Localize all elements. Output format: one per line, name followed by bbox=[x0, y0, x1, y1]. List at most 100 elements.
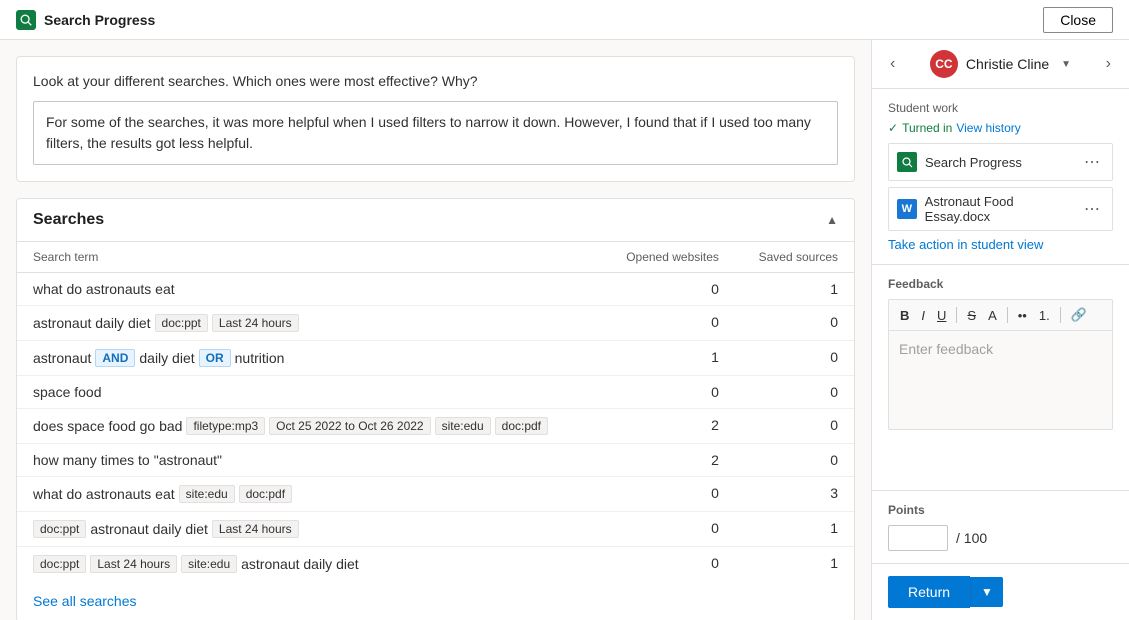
search-tag: filetype:mp3 bbox=[186, 417, 265, 435]
search-term-text: how many times to bbox=[33, 452, 150, 468]
close-button[interactable]: Close bbox=[1043, 7, 1113, 33]
student-work-section: Student work ✓ Turned in View history Se… bbox=[872, 89, 1129, 265]
points-input[interactable] bbox=[888, 525, 948, 551]
searches-block: Searches ▲ Search term Opened websites S… bbox=[16, 198, 855, 620]
numbered-list-button[interactable]: 1. bbox=[1034, 305, 1055, 326]
table-row: doc:pptLast 24 hourssite:eduastronaut da… bbox=[17, 547, 854, 582]
search-term-text: astronaut bbox=[33, 350, 91, 366]
feedback-input[interactable]: Enter feedback bbox=[888, 330, 1113, 430]
file-item-essay[interactable]: W Astronaut Food Essay.docx ⋯ bbox=[888, 187, 1113, 231]
search-term-cell: does space food go badfiletype:mp3Oct 25… bbox=[17, 409, 602, 444]
file-more-button-essay[interactable]: ⋯ bbox=[1080, 197, 1104, 221]
search-tag: Oct 25 2022 to Oct 26 2022 bbox=[269, 417, 430, 435]
file-more-button-search-progress[interactable]: ⋯ bbox=[1080, 150, 1104, 174]
next-student-button[interactable]: › bbox=[1100, 53, 1117, 75]
strikethrough-button[interactable]: S bbox=[962, 305, 981, 326]
return-button[interactable]: Return bbox=[888, 576, 970, 608]
opened-count: 0 bbox=[602, 547, 735, 582]
underline-button[interactable]: U bbox=[932, 305, 951, 326]
highlight-button[interactable]: A bbox=[983, 305, 1002, 326]
search-tag: site:edu bbox=[435, 417, 491, 435]
table-row: astronaut daily dietdoc:pptLast 24 hours… bbox=[17, 306, 854, 341]
search-term-text: space food bbox=[33, 384, 102, 400]
search-term-text: nutrition bbox=[235, 350, 285, 366]
opened-count: 2 bbox=[602, 409, 735, 444]
bullet-list-button[interactable]: •• bbox=[1013, 305, 1032, 326]
toolbar-sep-3 bbox=[1060, 307, 1061, 323]
file-name-essay: Astronaut Food Essay.docx bbox=[925, 194, 1080, 224]
table-row: does space food go badfiletype:mp3Oct 25… bbox=[17, 409, 854, 444]
view-history-link[interactable]: View history bbox=[956, 121, 1020, 135]
file-name-search-progress: Search Progress bbox=[925, 155, 1022, 170]
opened-count: 2 bbox=[602, 444, 735, 477]
saved-count: 0 bbox=[735, 376, 854, 409]
return-button-group: Return ▼ bbox=[888, 576, 1113, 608]
italic-button[interactable]: I bbox=[916, 305, 930, 326]
table-row: what do astronauts eatsite:edudoc:pdf03 bbox=[17, 477, 854, 512]
feedback-toolbar: B I U S A •• 1. 🔗 bbox=[888, 299, 1113, 330]
question-block: Look at your different searches. Which o… bbox=[16, 56, 855, 182]
search-term-cell: how many times to"astronaut" bbox=[17, 444, 602, 477]
feedback-placeholder: Enter feedback bbox=[899, 341, 993, 357]
saved-count: 0 bbox=[735, 306, 854, 341]
search-tag: Last 24 hours bbox=[90, 555, 177, 573]
search-progress-app-icon bbox=[16, 10, 36, 30]
opened-count: 0 bbox=[602, 477, 735, 512]
return-dropdown-button[interactable]: ▼ bbox=[970, 577, 1003, 607]
table-row: what do astronauts eat 01 bbox=[17, 273, 854, 306]
search-tag: doc:ppt bbox=[33, 520, 86, 538]
saved-count: 1 bbox=[735, 273, 854, 306]
search-term-text: astronaut daily diet bbox=[90, 521, 208, 537]
feedback-label: Feedback bbox=[888, 277, 1113, 291]
opened-count: 0 bbox=[602, 306, 735, 341]
search-term-text: astronaut daily diet bbox=[33, 315, 151, 331]
col-search-term: Search term bbox=[17, 242, 602, 273]
points-row: / 100 bbox=[888, 525, 1113, 551]
student-avatar: CC bbox=[930, 50, 958, 78]
searches-title: Searches bbox=[33, 211, 104, 229]
search-term-cell: doc:pptastronaut daily dietLast 24 hours bbox=[17, 512, 602, 547]
search-term-text: what do astronauts eat bbox=[33, 281, 175, 297]
student-nav: ‹ CC Christie Cline ▼ › bbox=[872, 40, 1129, 89]
search-term-cell: what do astronauts eat bbox=[17, 273, 602, 306]
opened-count: 1 bbox=[602, 341, 735, 376]
checkmark-icon: ✓ bbox=[888, 121, 898, 135]
take-action-link[interactable]: Take action in student view bbox=[888, 237, 1113, 252]
student-nav-center: CC Christie Cline ▼ bbox=[901, 50, 1099, 78]
file-item-search-progress[interactable]: Search Progress ⋯ bbox=[888, 143, 1113, 181]
opened-count: 0 bbox=[602, 512, 735, 547]
search-tag: Last 24 hours bbox=[212, 314, 299, 332]
top-bar: Search Progress Close bbox=[0, 0, 1129, 40]
opened-count: 0 bbox=[602, 273, 735, 306]
search-term-cell: what do astronauts eatsite:edudoc:pdf bbox=[17, 477, 602, 512]
searches-table: Search term Opened websites Saved source… bbox=[17, 242, 854, 581]
turned-in-status: ✓ Turned in View history bbox=[888, 121, 1113, 135]
saved-count: 0 bbox=[735, 409, 854, 444]
search-tag: site:edu bbox=[179, 485, 235, 503]
search-term-text: astronaut daily diet bbox=[241, 556, 359, 572]
search-quoted: "astronaut" bbox=[154, 452, 222, 468]
top-bar-left: Search Progress bbox=[16, 10, 155, 30]
search-tag: doc:pdf bbox=[239, 485, 292, 503]
points-separator: / 100 bbox=[956, 530, 987, 546]
collapse-icon[interactable]: ▲ bbox=[826, 213, 838, 227]
answer-box: For some of the searches, it was more he… bbox=[33, 101, 838, 165]
bold-button[interactable]: B bbox=[895, 305, 914, 326]
file-icon-essay: W bbox=[897, 199, 917, 219]
table-row: doc:pptastronaut daily dietLast 24 hours… bbox=[17, 512, 854, 547]
searches-header: Searches ▲ bbox=[17, 199, 854, 242]
main-layout: Look at your different searches. Which o… bbox=[0, 40, 1129, 620]
search-tag: doc:pdf bbox=[495, 417, 548, 435]
link-button[interactable]: 🔗 bbox=[1066, 304, 1092, 326]
search-tag: doc:ppt bbox=[155, 314, 208, 332]
search-tag: doc:ppt bbox=[33, 555, 86, 573]
search-tag: Last 24 hours bbox=[212, 520, 299, 538]
prev-student-button[interactable]: ‹ bbox=[884, 53, 901, 75]
see-all-searches-link[interactable]: See all searches bbox=[17, 581, 854, 620]
app-title: Search Progress bbox=[44, 12, 155, 28]
search-term-cell: doc:pptLast 24 hourssite:eduastronaut da… bbox=[17, 547, 602, 582]
saved-count: 1 bbox=[735, 547, 854, 582]
student-dropdown-icon[interactable]: ▼ bbox=[1061, 59, 1071, 70]
search-operator: OR bbox=[199, 349, 231, 367]
search-term-text: daily diet bbox=[139, 350, 194, 366]
